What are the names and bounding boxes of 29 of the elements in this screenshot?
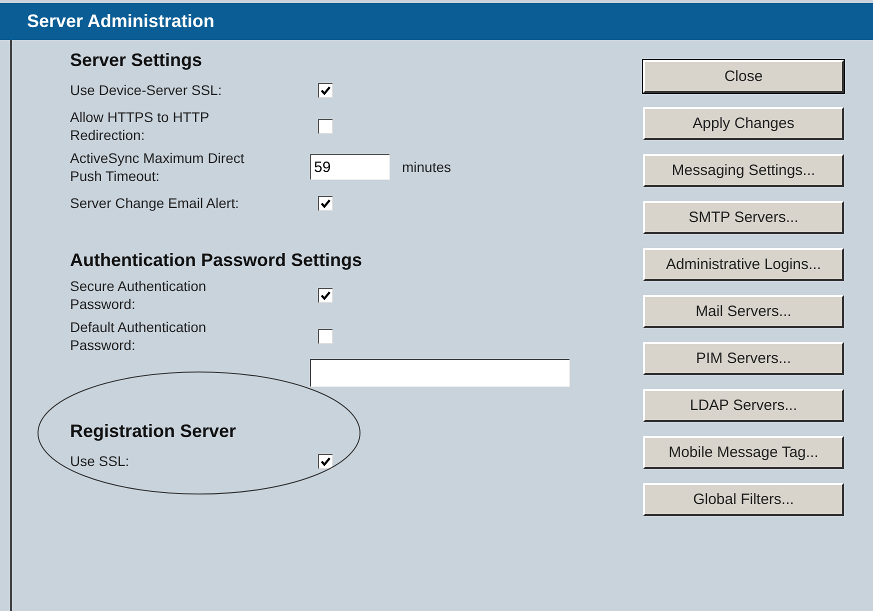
field-label: Use Device-Server SSL: [70, 81, 223, 99]
dialog-button[interactable]: Mobile Message Tag... [643, 436, 844, 469]
dialog-button[interactable]: Global Filters... [643, 483, 844, 516]
section-heading: Server Settings [70, 50, 204, 71]
password-field[interactable] [310, 359, 570, 387]
dialog-button[interactable]: Messaging Settings... [643, 154, 844, 187]
checkbox[interactable] [318, 328, 333, 344]
dialog-button[interactable]: SMTP Servers... [643, 201, 844, 234]
checkbox[interactable] [318, 196, 333, 210]
field-label: Default Authentication Password: [70, 318, 208, 354]
dialog-button[interactable]: Mail Servers... [643, 295, 844, 328]
section-heading: Registration Server [70, 421, 238, 442]
dialog-button[interactable]: PIM Servers... [643, 342, 844, 375]
window-title: Server Administration [27, 11, 214, 32]
unit-label: minutes [402, 159, 452, 175]
field-label: Allow HTTPS to HTTP Redirection: [70, 108, 210, 144]
field-label: ActiveSync Maximum Direct Push Timeout: [70, 149, 246, 185]
checkbox[interactable] [318, 288, 333, 302]
dialog-button[interactable]: Close [643, 60, 844, 93]
checkbox[interactable] [318, 82, 333, 98]
dialog-button[interactable]: LDAP Servers... [643, 389, 844, 422]
dialog-button[interactable]: Administrative Logins... [643, 248, 844, 281]
field-label: Secure Authentication Password: [70, 277, 208, 313]
field-label: Use SSL: [70, 452, 130, 470]
dialog-button[interactable]: Apply Changes [643, 107, 844, 140]
checkbox[interactable] [318, 118, 333, 134]
checkbox[interactable] [318, 454, 333, 468]
number-field[interactable]: 59 [310, 154, 390, 180]
field-label: Server Change Email Alert: [70, 194, 240, 212]
